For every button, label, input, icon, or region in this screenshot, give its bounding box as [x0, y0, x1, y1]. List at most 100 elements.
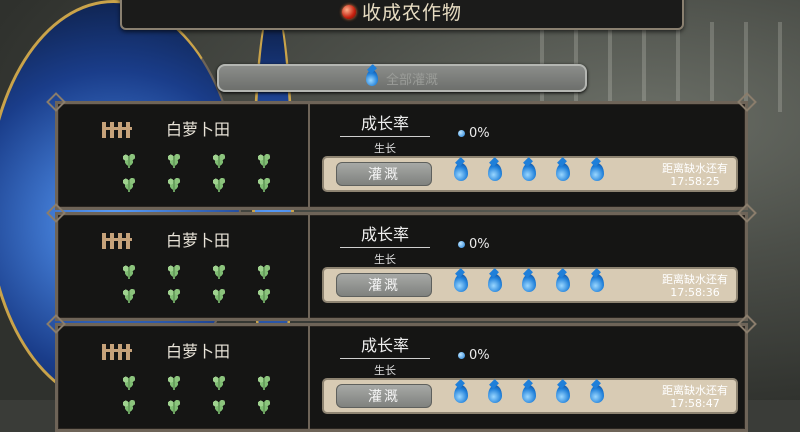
progress-dot-icon	[458, 352, 465, 359]
water-level	[454, 385, 604, 403]
growth-percent-value: 0%	[469, 126, 490, 141]
water-button[interactable]: 灌溉	[336, 384, 432, 408]
countdown-label: 距离缺水还有	[662, 384, 728, 397]
title-container: 收成农作物	[122, 0, 682, 25]
water-level	[454, 163, 604, 181]
growth-stage: 生长	[374, 142, 396, 155]
water-drop-icon	[590, 163, 604, 181]
divider	[340, 358, 430, 359]
growth-percent-value: 0%	[469, 237, 490, 252]
carrot-sprout-icon	[208, 372, 230, 390]
field-info: 白萝卜田	[58, 215, 310, 318]
water-level	[454, 274, 604, 292]
carrot-sprout-icon	[253, 174, 275, 192]
water-bar: 灌溉 距离缺水还有 17:58:25	[322, 156, 738, 192]
plant-grid	[118, 150, 298, 192]
water-drop-icon	[590, 274, 604, 292]
water-bar: 灌溉 距离缺水还有 17:58:36	[322, 267, 738, 303]
countdown: 距离缺水还有 17:58:47	[662, 384, 728, 410]
countdown: 距离缺水还有 17:58:36	[662, 273, 728, 299]
carrot-sprout-icon	[163, 396, 185, 414]
growth-rate-label: 成长率	[360, 114, 409, 133]
red-orb-icon	[341, 4, 356, 19]
water-drop-icon	[454, 163, 468, 181]
carrot-sprout-icon	[118, 261, 140, 279]
progress-dot-icon	[458, 241, 465, 248]
water-drop-icon	[454, 274, 468, 292]
water-drop-icon	[488, 385, 502, 403]
water-drop-icon	[556, 385, 570, 403]
page-title: 收成农作物	[361, 2, 462, 24]
field-status: 成长率 生长 0% 灌溉 距离缺水还有 17:58:47	[310, 326, 745, 429]
growth-rate: 成长率 生长	[340, 332, 430, 378]
countdown-time: 17:58:36	[670, 286, 720, 299]
carrot-sprout-icon	[208, 261, 230, 279]
title-bar: 收成农作物	[120, 0, 684, 30]
water-drop-icon	[556, 163, 570, 181]
water-drop-icon	[556, 274, 570, 292]
fence-icon	[102, 122, 132, 138]
carrot-sprout-icon	[253, 261, 275, 279]
countdown-time: 17:58:25	[670, 175, 720, 188]
growth-rate-label: 成长率	[360, 336, 409, 355]
growth-percent: 0%	[458, 126, 490, 141]
water-drop-icon	[522, 385, 536, 403]
water-drop-icon	[488, 274, 502, 292]
carrot-sprout-icon	[118, 150, 140, 168]
growth-stage: 生长	[374, 253, 396, 266]
field-status: 成长率 生长 0% 灌溉 距离缺水还有 17:58:36	[310, 215, 745, 318]
carrot-sprout-icon	[253, 372, 275, 390]
growth-percent: 0%	[458, 348, 490, 363]
plant-grid	[118, 261, 298, 303]
countdown-time: 17:58:47	[670, 397, 720, 410]
water-drop-icon	[488, 163, 502, 181]
field-info: 白萝卜田	[58, 326, 310, 429]
growth-stage: 生长	[374, 364, 396, 377]
carrot-sprout-icon	[253, 150, 275, 168]
water-drop-icon	[590, 385, 604, 403]
carrot-sprout-icon	[208, 285, 230, 303]
carrot-sprout-icon	[163, 372, 185, 390]
field-name: 白萝卜田	[166, 231, 231, 250]
title-wrap: 收成农作物	[341, 0, 462, 25]
field-status: 成长率 生长 0% 灌溉 距离缺水还有 17:58:25	[310, 104, 745, 207]
field-panel: 白萝卜田 成长率 生长 0% 灌溉	[55, 323, 748, 432]
carrot-sprout-icon	[118, 372, 140, 390]
carrot-sprout-icon	[118, 396, 140, 414]
growth-percent: 0%	[458, 237, 490, 252]
plant-grid	[118, 372, 298, 414]
water-drop-icon	[522, 274, 536, 292]
growth-rate: 成长率 生长	[340, 221, 430, 267]
growth-percent-value: 0%	[469, 348, 490, 363]
growth-rate: 成长率 生长	[340, 110, 430, 156]
water-all-button[interactable]: 全部灌溉	[217, 64, 587, 92]
carrot-sprout-icon	[163, 150, 185, 168]
carrot-sprout-icon	[208, 150, 230, 168]
water-drop-icon	[522, 163, 536, 181]
water-button[interactable]: 灌溉	[336, 162, 432, 186]
water-drop-icon	[454, 385, 468, 403]
field-info: 白萝卜田	[58, 104, 310, 207]
field-name: 白萝卜田	[166, 342, 231, 361]
growth-rate-label: 成长率	[360, 225, 409, 244]
field-panel: 白萝卜田 成长率 生长 0% 灌溉	[55, 212, 748, 321]
water-button[interactable]: 灌溉	[336, 273, 432, 297]
carrot-sprout-icon	[253, 285, 275, 303]
carrot-sprout-icon	[253, 396, 275, 414]
countdown-label: 距离缺水还有	[662, 273, 728, 286]
carrot-sprout-icon	[118, 174, 140, 192]
water-bar: 灌溉 距离缺水还有 17:58:47	[322, 378, 738, 414]
progress-dot-icon	[458, 130, 465, 137]
carrot-sprout-icon	[208, 174, 230, 192]
carrot-sprout-icon	[163, 261, 185, 279]
carrot-sprout-icon	[163, 285, 185, 303]
countdown: 距离缺水还有 17:58:25	[662, 162, 728, 188]
carrot-sprout-icon	[208, 396, 230, 414]
fence-icon	[102, 233, 132, 249]
field-name: 白萝卜田	[166, 120, 231, 139]
water-drop-icon	[365, 70, 378, 86]
carrot-sprout-icon	[163, 174, 185, 192]
divider	[340, 247, 430, 248]
fence-icon	[102, 344, 132, 360]
divider	[340, 136, 430, 137]
